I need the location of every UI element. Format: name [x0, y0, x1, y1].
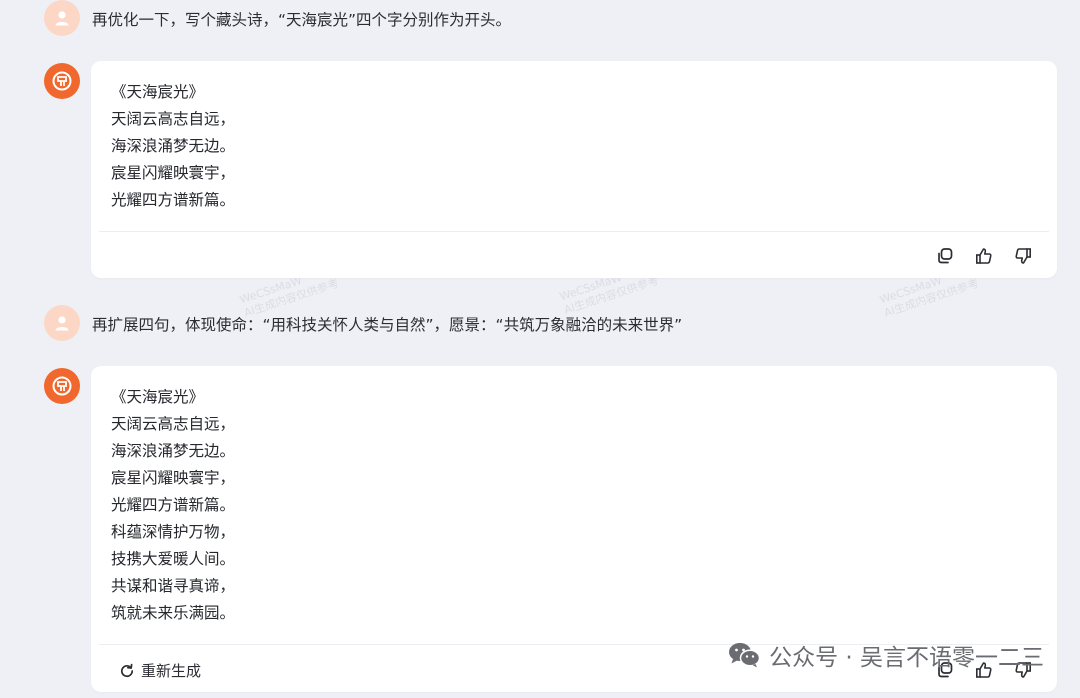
poem-text: 《天海宸光》 天阔云高志自远， 海深浪涌梦无边。 宸星闪耀映寰宇， 光耀四方谱新…: [111, 384, 235, 627]
divider: [99, 231, 1049, 232]
channel-watermark: 公众号 · 吴言不语零一二三: [727, 638, 1044, 672]
poem-line: 筑就未来乐满园。: [111, 604, 236, 622]
poem-line: 技携大爱暖人间。: [111, 550, 236, 568]
poem-line: 天阔云高志自远，: [111, 110, 236, 128]
user-icon: [55, 316, 69, 331]
poem-line: 科蕴深情护万物，: [111, 523, 236, 541]
user-avatar: [44, 0, 80, 36]
poem-line: 《天海宸光》: [111, 83, 205, 101]
poem-line: 海深浪涌梦无边。: [111, 137, 236, 155]
thumbs-down-icon: [1015, 248, 1032, 264]
bot-logo-icon: [52, 376, 72, 396]
poem-text: 《天海宸光》 天阔云高志自远， 海深浪涌梦无边。 宸星闪耀映寰宇， 光耀四方谱新…: [111, 79, 235, 214]
poem-line: 光耀四方谱新篇。: [111, 496, 236, 514]
wechat-icon: [729, 643, 761, 668]
user-message-1: 再优化一下，写个藏头诗，“天海宸光”四个字分别作为开头。: [92, 11, 512, 29]
poem-line: 海深浪涌梦无边。: [111, 442, 236, 460]
poem-line: 共谋和谐寻真谛，: [111, 577, 236, 595]
bot-reply-1: 《天海宸光》 天阔云高志自远， 海深浪涌梦无边。 宸星闪耀映寰宇， 光耀四方谱新…: [91, 61, 1057, 278]
like-button[interactable]: [971, 243, 997, 269]
copy-icon: [938, 248, 953, 264]
copy-button[interactable]: [932, 243, 958, 269]
poem-line: 宸星闪耀映寰宇，: [111, 164, 236, 182]
user-message-2: 再扩展四句，体现使命：“用科技关怀人类与自然”，愿景：“共筑万象融洽的未来世界”: [92, 316, 683, 334]
thumbs-up-icon: [975, 248, 992, 264]
regenerate-label: 重新生成: [141, 662, 202, 680]
user-icon: [55, 11, 69, 26]
poem-line: 《天海宸光》: [111, 388, 205, 406]
bot-avatar: [44, 63, 80, 99]
bot-logo-icon: [52, 71, 72, 91]
dislike-button[interactable]: [1010, 243, 1036, 269]
bot-avatar: [44, 368, 80, 404]
regenerate-button[interactable]: 重新生成: [119, 660, 201, 681]
poem-line: 天阔云高志自远，: [111, 415, 236, 433]
poem-line: 光耀四方谱新篇。: [111, 191, 236, 209]
user-avatar: [44, 305, 80, 341]
poem-line: 宸星闪耀映寰宇，: [111, 469, 236, 487]
refresh-icon: [120, 663, 134, 677]
watermark-text: 公众号 · 吴言不语零一二三: [769, 645, 1044, 671]
